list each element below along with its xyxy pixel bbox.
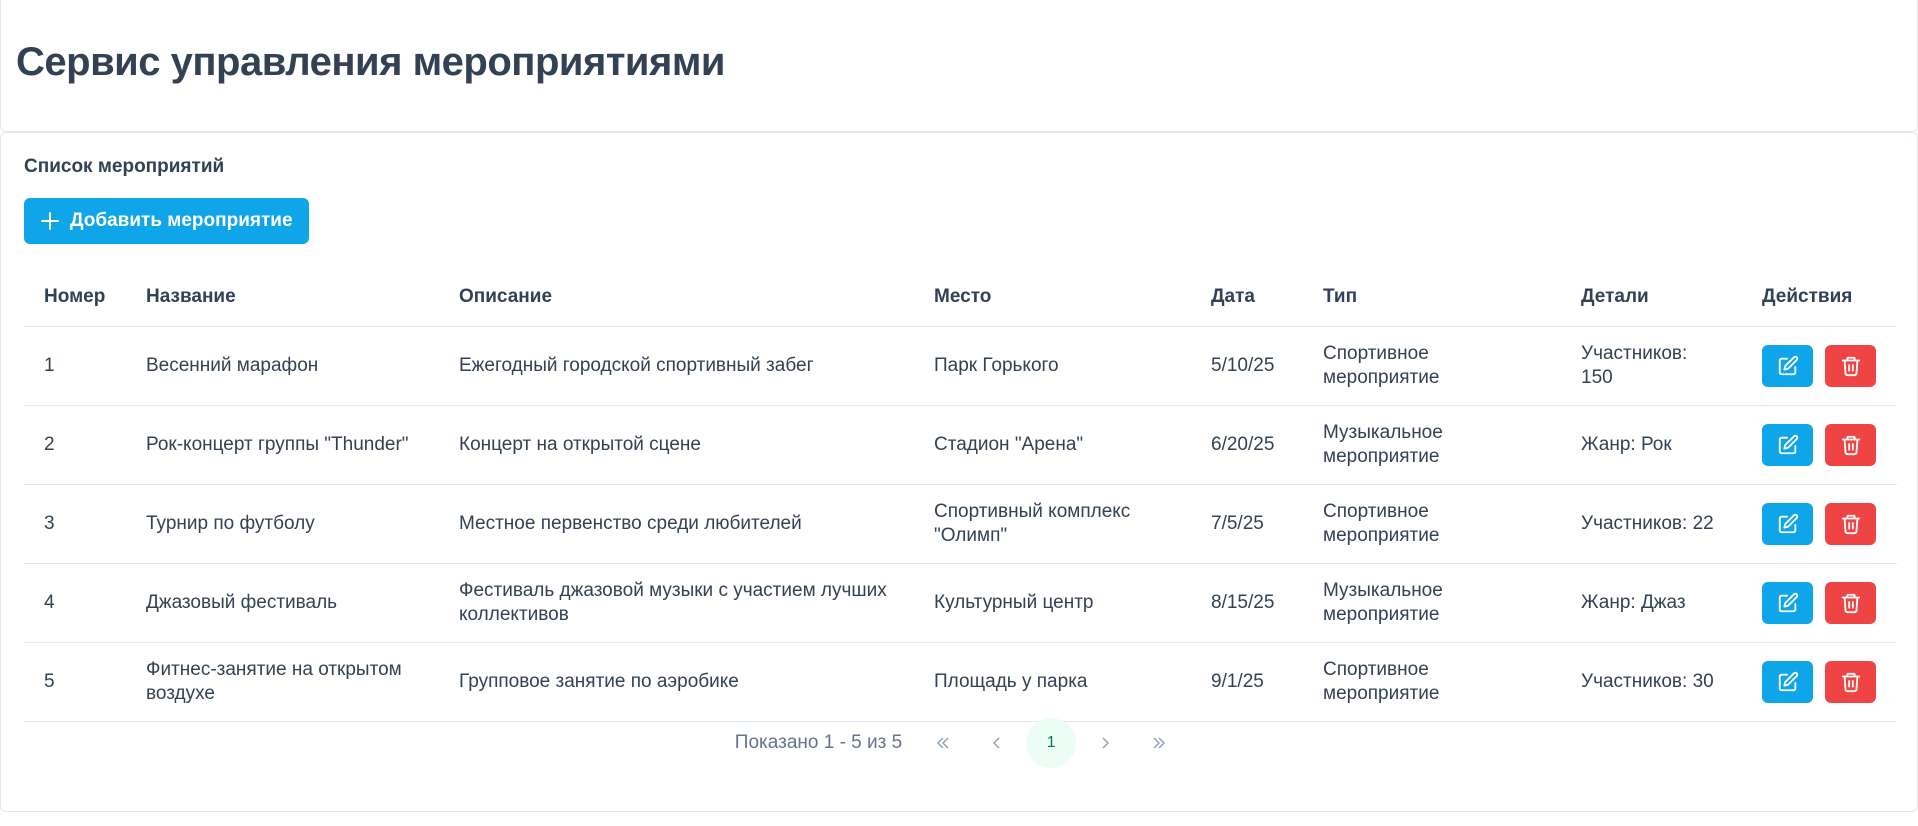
- delete-button[interactable]: [1825, 344, 1876, 387]
- cell-type: Музыкальное мероприятие: [1303, 405, 1561, 485]
- cell-name: Фитнес-занятие на открытом воздухе: [126, 642, 439, 722]
- next-page-button[interactable]: [1080, 718, 1130, 768]
- edit-button[interactable]: [1762, 502, 1813, 545]
- add-event-button[interactable]: Добавить мероприятие: [24, 198, 309, 244]
- cell-date: 8/15/25: [1191, 563, 1303, 643]
- cell-number: 3: [24, 484, 126, 564]
- first-page-button[interactable]: [918, 718, 968, 768]
- table-row: 4 Джазовый фестиваль Фестиваль джазовой му…: [24, 563, 1897, 643]
- chevron-right-icon: [1102, 737, 1110, 749]
- column-header-actions: Действия: [1742, 269, 1897, 327]
- pagination-summary: Показано 1 - 5 из 5: [734, 732, 903, 753]
- column-header-place: Место: [914, 269, 1191, 327]
- cell-actions: [1742, 326, 1897, 406]
- last-page-button[interactable]: [1134, 718, 1184, 768]
- delete-button[interactable]: [1825, 423, 1876, 466]
- cell-name: Джазовый фестиваль: [126, 563, 439, 643]
- cell-description: Концерт на открытой сцене: [439, 405, 914, 485]
- cell-actions: [1742, 484, 1897, 564]
- section-title: Список мероприятий: [24, 156, 225, 177]
- cell-description: Ежегодный городской спортивный забег: [439, 326, 914, 406]
- cell-type: Спортивное мероприятие: [1303, 484, 1561, 564]
- cell-place: Парк Горького: [914, 326, 1191, 406]
- cell-place: Спортивный комплекс "Олимп": [914, 484, 1191, 564]
- cell-name: Весенний марафон: [126, 326, 439, 406]
- trash-icon: [1841, 672, 1860, 692]
- column-header-description: Описание: [439, 269, 914, 327]
- chevron-left-icon: [993, 737, 1000, 749]
- edit-button[interactable]: [1762, 423, 1813, 466]
- column-header-type: Тип: [1303, 269, 1561, 327]
- cell-name: Рок-концерт группы "Thunder": [126, 405, 439, 485]
- cell-date: 7/5/25: [1191, 484, 1303, 564]
- cell-number: 4: [24, 563, 126, 643]
- edit-icon: [1778, 592, 1798, 612]
- cell-type: Спортивное мероприятие: [1303, 326, 1561, 406]
- add-event-button-label: Добавить мероприятие: [70, 210, 293, 231]
- cell-place: Площадь у парка: [914, 642, 1191, 722]
- cell-details: Участников: 30: [1561, 642, 1742, 722]
- edit-button[interactable]: [1762, 344, 1813, 387]
- cell-type: Спортивное мероприятие: [1303, 642, 1561, 722]
- header-panel: Сервис управления мероприятиями: [0, 0, 1918, 132]
- page-button-1[interactable]: 1: [1026, 718, 1077, 768]
- edit-icon: [1778, 671, 1798, 691]
- column-header-number: Номер: [24, 269, 126, 327]
- cell-details: Жанр: Джаз: [1561, 563, 1742, 643]
- cell-place: Культурный центр: [914, 563, 1191, 643]
- table-header-row: Номер Название Описание Место Дата Тип Д…: [24, 269, 1897, 327]
- delete-button[interactable]: [1825, 660, 1876, 703]
- double-chevron-left-icon: [937, 737, 949, 749]
- paginator: Показано 1 - 5 из 5 1: [24, 718, 1897, 768]
- cell-details: Участников: 150: [1561, 326, 1742, 406]
- column-header-date: Дата: [1191, 269, 1303, 327]
- cell-number: 5: [24, 642, 126, 722]
- column-header-name: Название: [126, 269, 439, 327]
- cell-number: 2: [24, 405, 126, 485]
- cell-date: 6/20/25: [1191, 405, 1303, 485]
- prev-page-button[interactable]: [972, 718, 1022, 768]
- edit-icon: [1778, 355, 1798, 375]
- cell-details: Жанр: Рок: [1561, 405, 1742, 485]
- cell-actions: [1742, 563, 1897, 643]
- cell-date: 9/1/25: [1191, 642, 1303, 722]
- edit-icon: [1778, 434, 1798, 454]
- cell-place: Стадион "Арена": [914, 405, 1191, 485]
- cell-type: Музыкальное мероприятие: [1303, 563, 1561, 643]
- column-header-details: Детали: [1561, 269, 1742, 327]
- cell-description: Местное первенство среди любителей: [439, 484, 914, 564]
- cell-date: 5/10/25: [1191, 326, 1303, 406]
- edit-button[interactable]: [1762, 581, 1813, 624]
- table-row: 2 Рок-концерт группы "Thunder" Концерт на …: [24, 405, 1897, 485]
- plus-icon: [41, 212, 59, 230]
- edit-icon: [1778, 513, 1798, 533]
- table-row: 5 Фитнес-занятие на открытом воздухе Групп…: [24, 642, 1897, 722]
- cell-number: 1: [24, 326, 126, 406]
- cell-details: Участников: 22: [1561, 484, 1742, 564]
- cell-description: Фестиваль джазовой музыки с участием луч…: [439, 563, 914, 643]
- delete-button[interactable]: [1825, 502, 1876, 545]
- double-chevron-right-icon: [1153, 737, 1166, 749]
- trash-icon: [1841, 593, 1860, 613]
- events-panel: Список мероприятий Добавить мероприятие …: [0, 132, 1918, 812]
- trash-icon: [1841, 356, 1860, 376]
- table-row: 1 Весенний марафон Ежегодный городской спо…: [24, 326, 1897, 406]
- table-row: 3 Турнир по футболу Местное первенство сре…: [24, 484, 1897, 564]
- cell-description: Групповое занятие по аэробике: [439, 642, 914, 722]
- events-table: Номер Название Описание Место Дата Тип Д…: [24, 269, 1897, 722]
- edit-button[interactable]: [1762, 660, 1813, 703]
- cell-actions: [1742, 405, 1897, 485]
- trash-icon: [1841, 514, 1860, 534]
- cell-actions: [1742, 642, 1897, 722]
- trash-icon: [1841, 435, 1860, 455]
- delete-button[interactable]: [1825, 581, 1876, 624]
- page-title: Сервис управления мероприятиями: [16, 40, 726, 84]
- cell-name: Турнир по футболу: [126, 484, 439, 564]
